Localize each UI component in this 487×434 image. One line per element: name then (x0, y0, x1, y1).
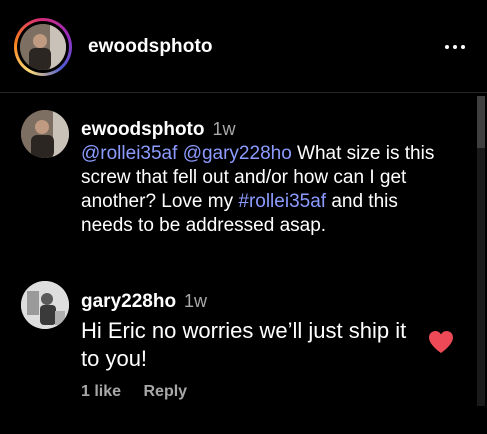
scrollbar-thumb[interactable] (477, 96, 485, 148)
mention-link[interactable]: @gary228ho (183, 143, 292, 164)
comment-text: Hi Eric no worries we’ll just ship it to… (81, 318, 407, 371)
comment-avatar[interactable] (21, 281, 69, 329)
comment-actions: 1 like Reply (81, 383, 205, 401)
scrollbar[interactable] (477, 96, 485, 406)
comment-username[interactable]: gary228ho (81, 291, 176, 312)
hashtag-link[interactable]: #rollei35af (238, 191, 326, 212)
comment-body: ewoodsphoto 1w @rollei35af @gary228ho Wha… (81, 117, 441, 238)
story-ring[interactable] (14, 18, 72, 76)
heart-icon[interactable] (428, 330, 454, 354)
comment-avatar[interactable] (21, 110, 69, 158)
post-header: ewoodsphoto (0, 0, 487, 93)
like-count[interactable]: 1 like (81, 383, 121, 400)
more-horizontal-icon (445, 45, 449, 49)
comment-time: 1w (212, 119, 236, 139)
more-options-button[interactable] (440, 36, 470, 58)
mention-link[interactable]: @rollei35af (81, 143, 177, 164)
reply-button[interactable]: Reply (143, 383, 187, 400)
comment-body: gary228ho 1w Hi Eric no worries we’ll jus… (81, 289, 426, 373)
comment-time: 1w (184, 291, 208, 311)
profile-avatar[interactable] (20, 24, 66, 70)
header-username[interactable]: ewoodsphoto (88, 36, 213, 58)
comment-username[interactable]: ewoodsphoto (81, 119, 204, 140)
